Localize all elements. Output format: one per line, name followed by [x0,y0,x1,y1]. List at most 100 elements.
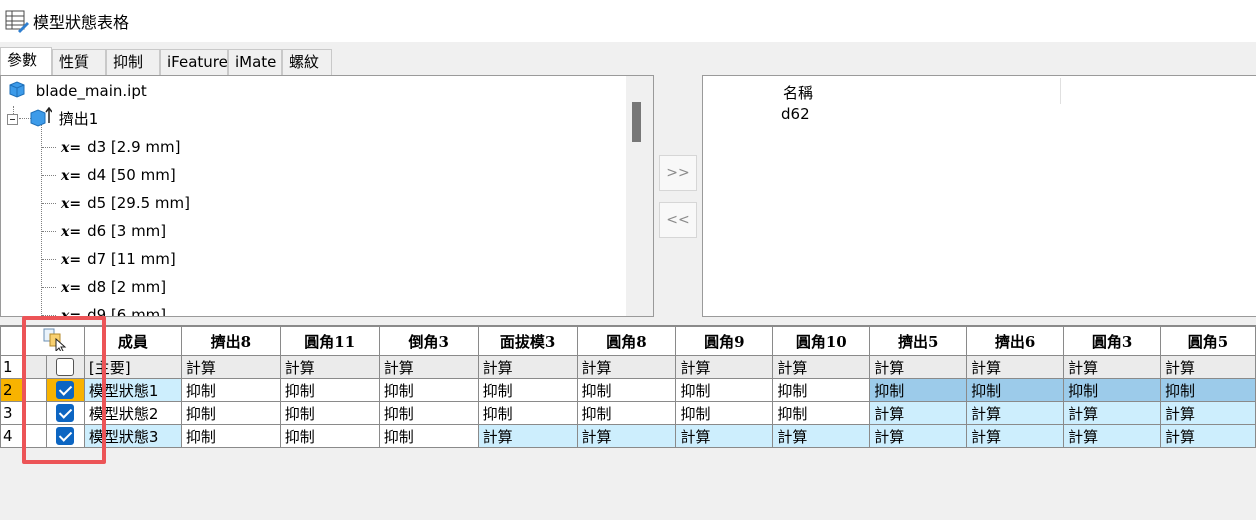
grid-cell[interactable]: 抑制 [576,378,677,402]
table-row[interactable]: 3 模型狀態2 抑制 抑制 抑制 抑制 抑制 抑制 抑制 計算 計算 計算 計算 [0,401,1256,425]
tab-parameters[interactable]: 參數 [0,47,52,75]
grid-cell[interactable]: 計算 [576,355,677,379]
grid-cell[interactable]: 計算 [1063,424,1161,448]
grid-cell[interactable]: 抑制 [772,378,871,402]
member-name[interactable]: [主要] [83,355,182,379]
row-checkbox[interactable] [56,404,75,423]
row-number[interactable]: 3 [0,401,25,425]
grid-cell[interactable]: 抑制 [1159,378,1256,402]
tree-root[interactable]: blade_main.ipt [7,79,147,103]
grid-cell[interactable]: 計算 [1063,355,1161,379]
grid-cell[interactable]: 計算 [869,355,968,379]
row-checkbox-cell[interactable] [45,424,85,448]
grid-cell[interactable]: 計算 [279,355,380,379]
add-parameter-button[interactable]: >> [659,155,697,191]
row-checkbox[interactable] [56,381,75,400]
grid-cell[interactable]: 抑制 [180,401,281,425]
selected-param-item[interactable]: d62 [781,105,810,123]
copy-header[interactable] [23,325,85,356]
grid-cell[interactable]: 計算 [772,355,871,379]
grid-cell[interactable]: 計算 [675,424,774,448]
member-name[interactable]: 模型狀態1 [83,378,182,402]
grid-column-header[interactable]: 擠出6 [966,325,1065,356]
grid-cell[interactable]: 計算 [1159,401,1256,425]
table-row[interactable]: 2 模型狀態1 抑制 抑制 抑制 抑制 抑制 抑制 抑制 抑制 抑制 抑制 抑制 [0,378,1256,402]
tab-ifeature[interactable]: iFeature [160,49,228,75]
grid-column-header[interactable]: 圓角3 [1063,325,1161,356]
row-number[interactable]: 4 [0,424,25,448]
grid-cell[interactable]: 計算 [675,355,774,379]
parameter-tree[interactable]: blade_main.ipt 擠出1 x= d3 [2.9 mm] x= d4 [5… [0,75,654,317]
grid-column-header[interactable]: 圓角8 [576,325,677,356]
grid-cell[interactable]: 抑制 [772,401,871,425]
column-divider[interactable] [1060,78,1061,104]
grid-column-header[interactable]: 圓角9 [675,325,774,356]
param-item[interactable]: x= d8 [2 mm] [61,275,166,299]
grid-cell[interactable]: 計算 [180,355,281,379]
grid-cell[interactable]: 抑制 [180,378,281,402]
grid-cell[interactable]: 計算 [576,424,677,448]
param-item[interactable]: x= d6 [3 mm] [61,219,166,243]
param-item[interactable]: x= d7 [11 mm] [61,247,176,271]
grid-column-header[interactable]: 倒角3 [378,325,479,356]
grid-cell[interactable]: 計算 [966,401,1065,425]
grid-cell[interactable]: 抑制 [279,401,380,425]
grid-cell[interactable]: 抑制 [1063,378,1161,402]
grid-cell[interactable]: 抑制 [378,401,479,425]
selected-parameters-list[interactable]: 名稱 d62 [702,75,1256,317]
grid-cell[interactable]: 抑制 [477,378,578,402]
tab-thread[interactable]: 螺紋 [282,49,332,75]
row-checkbox-cell[interactable] [45,355,85,379]
grid-column-header[interactable]: 擠出8 [180,325,281,356]
row-number[interactable]: 1 [0,355,25,379]
grid-cell[interactable]: 計算 [1159,355,1256,379]
grid-column-header[interactable]: 圓角10 [772,325,871,356]
grid-cell[interactable]: 計算 [966,355,1065,379]
grid-cell[interactable]: 計算 [378,355,479,379]
grid-cell[interactable]: 抑制 [378,378,479,402]
row-checkbox-cell[interactable] [45,378,85,402]
grid-cell[interactable]: 抑制 [279,424,380,448]
tab-imate[interactable]: iMate [228,49,282,75]
member-header[interactable]: 成員 [83,325,182,356]
grid-cell[interactable]: 抑制 [966,378,1065,402]
grid-cell[interactable]: 抑制 [675,378,774,402]
member-name[interactable]: 模型狀態3 [83,424,182,448]
grid-column-header[interactable]: 擠出5 [869,325,968,356]
row-checkbox-cell[interactable] [45,401,85,425]
collapse-icon[interactable] [7,114,18,125]
grid-cell[interactable]: 計算 [869,401,968,425]
grid-column-header[interactable]: 圓角11 [279,325,380,356]
grid-cell[interactable]: 抑制 [869,378,968,402]
grid-cell[interactable]: 計算 [477,424,578,448]
grid-cell[interactable]: 計算 [772,424,871,448]
row-number[interactable]: 2 [0,378,25,402]
grid-cell[interactable]: 計算 [477,355,578,379]
grid-cell[interactable]: 抑制 [576,401,677,425]
tree-scrollbar[interactable] [626,76,653,316]
param-item[interactable]: x= d4 [50 mm] [61,163,176,187]
grid-cell[interactable]: 計算 [1063,401,1161,425]
grid-cell[interactable]: 計算 [1159,424,1256,448]
row-checkbox[interactable] [56,427,75,446]
grid-cell[interactable]: 抑制 [675,401,774,425]
grid-cell[interactable]: 抑制 [180,424,281,448]
member-name[interactable]: 模型狀態2 [83,401,182,425]
grid-cell[interactable]: 計算 [966,424,1065,448]
param-item[interactable]: x= d3 [2.9 mm] [61,135,180,159]
scrollbar-thumb[interactable] [632,102,641,142]
tab-suppress[interactable]: 抑制 [106,49,160,75]
grid-column-header[interactable]: 圓角5 [1159,325,1256,356]
grid-cell[interactable]: 抑制 [279,378,380,402]
row-checkbox[interactable] [56,358,75,377]
grid-cell[interactable]: 抑制 [378,424,479,448]
grid-cell[interactable]: 抑制 [477,401,578,425]
param-item[interactable]: x= d9 [6 mm] [61,303,166,316]
table-row[interactable]: 4 模型狀態3 抑制 抑制 抑制 計算 計算 計算 計算 計算 計算 計算 計算 [0,424,1256,448]
table-row[interactable]: 1 [主要] 計算 計算 計算 計算 計算 計算 計算 計算 計算 計算 計算 [0,355,1256,379]
grid-column-header[interactable]: 面拔模3 [477,325,578,356]
grid-cell[interactable]: 計算 [869,424,968,448]
remove-parameter-button[interactable]: << [659,202,697,238]
tree-feature[interactable]: 擠出1 [7,106,98,131]
param-item[interactable]: x= d5 [29.5 mm] [61,191,190,215]
